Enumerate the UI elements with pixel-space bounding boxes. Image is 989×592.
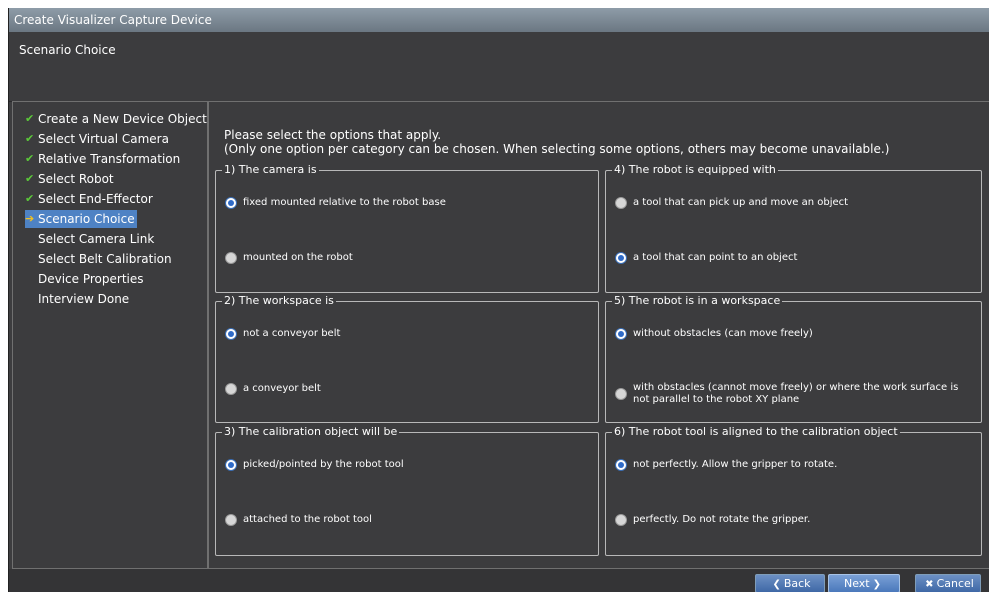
wizard-window: Create Visualizer Capture Device Scenari… (8, 8, 989, 592)
radio-option-label: not a conveyor belt (243, 328, 341, 339)
radio-checked-icon[interactable] (615, 328, 627, 340)
check-icon: ✔ (25, 112, 35, 125)
radio-checked-icon[interactable] (615, 252, 627, 264)
wizard-step-label: Select Virtual Camera (38, 132, 169, 146)
wizard-step-label: Scenario Choice (38, 212, 135, 226)
wizard-step-label: Select End-Effector (38, 192, 153, 206)
option-group-title: 6) The robot tool is aligned to the cali… (612, 425, 900, 438)
wizard-step-label: Device Properties (38, 272, 144, 286)
radio-unchecked-icon[interactable] (225, 514, 237, 526)
instructions-line-2: (Only one option per category can be cho… (224, 142, 890, 156)
radio-option[interactable]: without obstacles (can move freely) (615, 328, 813, 340)
wizard-step-1[interactable]: ✔ Create a New Device Object (25, 110, 209, 128)
wizard-step-label: Select Robot (38, 172, 114, 186)
radio-option[interactable]: a conveyor belt (225, 383, 321, 395)
wizard-step-8[interactable]: Select Belt Calibration (25, 250, 174, 268)
wizard-step-5[interactable]: ✔ Select End-Effector (25, 190, 155, 208)
back-button[interactable]: ❮ Back (755, 574, 825, 592)
radio-unchecked-icon[interactable] (615, 388, 627, 400)
radio-option[interactable]: a tool that can pick up and move an obje… (615, 197, 848, 209)
option-group-title: 4) The robot is equipped with (612, 163, 778, 176)
option-group-2: 2) The workspace is not a conveyor belt a … (215, 294, 599, 423)
option-group-4: 4) The robot is equipped with a tool that… (605, 163, 982, 293)
cancel-button[interactable]: ✖ Cancel (915, 574, 981, 592)
radio-option[interactable]: mounted on the robot (225, 252, 353, 264)
option-group-title: 3) The calibration object will be (222, 425, 400, 438)
arrow-right-icon: ➔ (25, 212, 35, 225)
option-group-title: 1) The camera is (222, 163, 319, 176)
wizard-step-3[interactable]: ✔ Relative Transformation (25, 150, 182, 168)
radio-option[interactable]: fixed mounted relative to the robot base (225, 197, 446, 209)
back-arrow-icon: ❮ (772, 579, 781, 590)
radio-checked-icon[interactable] (225, 328, 237, 340)
radio-option[interactable]: a tool that can point to an object (615, 252, 797, 264)
radio-option[interactable]: picked/pointed by the robot tool (225, 459, 404, 471)
option-group-5: 5) The robot is in a workspace without ob… (605, 294, 982, 423)
radio-option-label: attached to the robot tool (243, 514, 372, 525)
wizard-step-6[interactable]: ➔ Scenario Choice (25, 210, 137, 228)
wizard-step-9[interactable]: Device Properties (25, 270, 146, 288)
wizard-step-label: Select Belt Calibration (38, 252, 172, 266)
radio-option-label: a tool that can point to an object (633, 252, 798, 263)
wizard-step-7[interactable]: Select Camera Link (25, 230, 156, 248)
radio-option[interactable]: not a conveyor belt (225, 328, 340, 340)
check-icon: ✔ (25, 172, 35, 185)
radio-option-label: mounted on the robot (243, 252, 353, 263)
wizard-step-10[interactable]: Interview Done (25, 290, 131, 308)
wizard-step-label: Interview Done (38, 292, 130, 306)
radio-unchecked-icon[interactable] (615, 197, 627, 209)
option-group-title: 5) The robot is in a workspace (612, 294, 783, 307)
check-icon: ✔ (25, 192, 35, 205)
option-group-1: 1) The camera is fixed mounted relative t… (215, 163, 599, 293)
radio-option[interactable]: perfectly. Do not rotate the gripper. (615, 514, 810, 526)
wizard-header: Scenario Choice (9, 32, 989, 102)
radio-option[interactable]: not perfectly. Allow the gripper to rota… (615, 459, 837, 471)
radio-checked-icon[interactable] (225, 197, 237, 209)
radio-option-label: a tool that can pick up and move an obje… (633, 197, 849, 208)
radio-option[interactable]: attached to the robot tool (225, 514, 372, 526)
option-group-title: 2) The workspace is (222, 294, 336, 307)
radio-option[interactable]: with obstacles (cannot move freely) or w… (615, 382, 963, 406)
wizard-step-label: Create a New Device Object (38, 112, 207, 126)
wizard-step-label: Select Camera Link (38, 232, 155, 246)
radio-checked-icon[interactable] (225, 459, 237, 471)
radio-option-label: a conveyor belt (243, 383, 321, 394)
radio-unchecked-icon[interactable] (225, 252, 237, 264)
scenario-panel: Please select the options that apply. (O… (208, 101, 989, 569)
radio-checked-icon[interactable] (615, 459, 627, 471)
x-icon: ✖ (925, 579, 934, 590)
option-group-3: 3) The calibration object will be picked/… (215, 425, 599, 556)
radio-unchecked-icon[interactable] (225, 383, 237, 395)
option-group-6: 6) The robot tool is aligned to the cali… (605, 425, 982, 556)
radio-option-label: picked/pointed by the robot tool (243, 459, 404, 470)
radio-unchecked-icon[interactable] (615, 514, 627, 526)
wizard-step-label: Relative Transformation (38, 152, 181, 166)
window-title: Create Visualizer Capture Device (9, 8, 989, 32)
wizard-steps-panel: ✔ Create a New Device Object ✔ Select Virtu… (12, 101, 208, 569)
radio-option-label: fixed mounted relative to the robot base (243, 197, 446, 208)
instructions-line-1: Please select the options that apply. (224, 128, 442, 142)
radio-option-label: without obstacles (can move freely) (633, 328, 813, 339)
wizard-footer: ❮ Back Next ❯ ✖ Cancel (9, 569, 989, 592)
page-subtitle: Scenario Choice (19, 43, 116, 57)
next-arrow-icon: ❯ (872, 579, 882, 590)
wizard-step-2[interactable]: ✔ Select Virtual Camera (25, 130, 171, 148)
radio-option-label: not perfectly. Allow the gripper to rota… (633, 459, 838, 470)
check-icon: ✔ (25, 152, 35, 165)
radio-option-label: with obstacles (cannot move freely) or w… (633, 382, 959, 405)
next-button[interactable]: Next ❯ (828, 574, 900, 592)
check-icon: ✔ (25, 132, 35, 145)
wizard-step-4[interactable]: ✔ Select Robot (25, 170, 116, 188)
radio-option-label: perfectly. Do not rotate the gripper. (633, 514, 811, 525)
